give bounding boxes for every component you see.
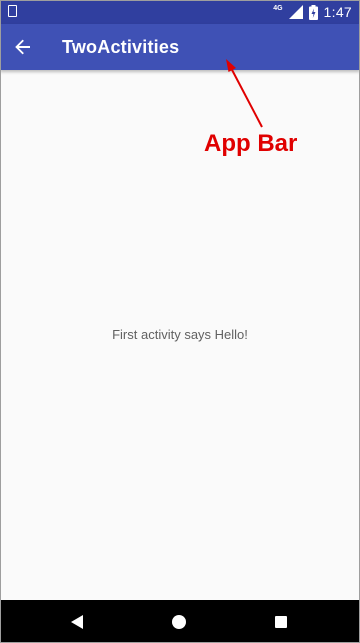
nav-home-button[interactable]: [154, 600, 204, 643]
network-type: 4G: [273, 4, 283, 12]
annotation-label: App Bar: [204, 130, 298, 157]
nav-recents-icon: [275, 615, 287, 628]
hello-message: First activity says Hello!: [112, 327, 248, 342]
app-bar: TwoActivities: [0, 24, 360, 70]
nav-recents-button[interactable]: [256, 600, 306, 643]
nav-back-icon: [71, 614, 83, 629]
nav-back-button[interactable]: [52, 600, 102, 643]
signal-icon: [288, 5, 303, 19]
app-title: TwoActivities: [62, 36, 180, 57]
arrow-back-icon: [15, 39, 30, 55]
screenshot-border: [0, 0, 360, 643]
status-bar: 4G 1:47: [0, 0, 360, 24]
nav-home-icon: [172, 614, 186, 629]
battery-icon: [308, 4, 318, 20]
clock: 1:47: [323, 4, 352, 20]
annotation-arrow: [226, 59, 263, 128]
back-button[interactable]: [0, 24, 46, 70]
navigation-bar: [0, 600, 360, 643]
status-icons: 4G 1:47: [273, 0, 352, 24]
sim-card-icon: [8, 5, 17, 17]
